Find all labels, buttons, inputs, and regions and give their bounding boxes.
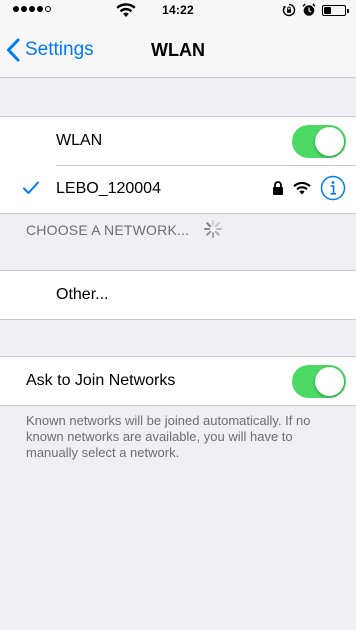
battery-icon — [322, 4, 349, 16]
connected-network-name: LEBO_120004 — [56, 180, 161, 197]
checkmark-icon — [23, 181, 39, 194]
connected-network-row[interactable]: LEBO_120004 — [0, 165, 356, 213]
navigation-bar: WLAN Settings — [0, 28, 356, 72]
lock-icon — [273, 181, 283, 195]
wlan-settings-screen: 14:22 WLAN Settings WLAN LEBO_120004 CHO… — [0, 0, 356, 630]
ask-to-join-label: Ask to Join Networks — [26, 372, 176, 389]
ask-to-join-row: Ask to Join Networks — [0, 357, 356, 405]
info-icon[interactable] — [320, 175, 346, 201]
networks-section-header: CHOOSE A NETWORK... — [26, 222, 190, 238]
wlan-label: WLAN — [56, 132, 103, 149]
wlan-toggle[interactable] — [292, 125, 346, 158]
ask-to-join-toggle[interactable] — [292, 365, 346, 398]
alarm-icon — [302, 3, 316, 16]
back-button-label: Settings — [25, 39, 94, 60]
wlan-row: WLAN — [0, 117, 356, 165]
top-bar: 14:22 WLAN Settings — [0, 0, 356, 78]
other-network-group: Other... — [0, 270, 356, 320]
spinner-icon — [204, 220, 222, 238]
rotation-lock-icon — [282, 3, 296, 17]
wifi-icon — [293, 181, 311, 195]
other-network-row[interactable]: Other... — [0, 271, 356, 319]
ask-to-join-footnote: Known networks will be joined automatica… — [26, 413, 311, 460]
wlan-group: WLAN LEBO_120004 — [0, 116, 356, 214]
chevron-left-icon — [7, 38, 20, 62]
status-bar: 14:22 — [0, 0, 356, 20]
ask-to-join-group: Ask to Join Networks — [0, 356, 356, 406]
back-button[interactable]: Settings — [6, 32, 94, 68]
other-network-label: Other... — [56, 286, 109, 303]
